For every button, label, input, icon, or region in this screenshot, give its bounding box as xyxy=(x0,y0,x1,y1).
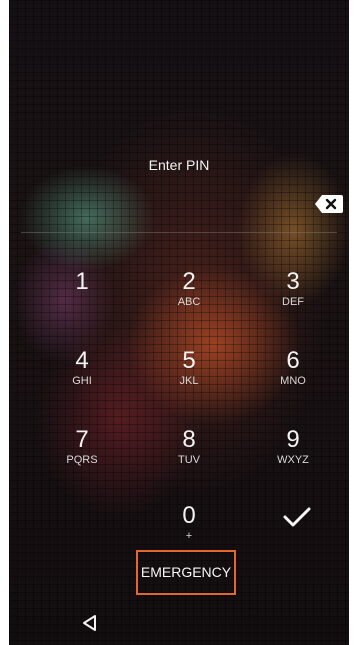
keypad-key-8[interactable]: 8 TUV xyxy=(151,426,227,487)
checkmark-icon[interactable] xyxy=(282,505,312,529)
key-letters: + xyxy=(185,530,193,542)
backspace-icon[interactable] xyxy=(314,194,344,214)
key-digit: 0 xyxy=(182,502,196,529)
key-letters: WXYZ xyxy=(277,454,309,466)
key-digit: 1 xyxy=(75,268,89,295)
key-letters: ABC xyxy=(177,296,201,308)
back-triangle-icon[interactable] xyxy=(81,614,99,632)
key-digit: 5 xyxy=(182,347,196,374)
key-digit: 6 xyxy=(286,347,300,374)
key-letters: TUV xyxy=(178,454,200,466)
keypad-key-4[interactable]: 4 GHI xyxy=(44,347,120,408)
keypad-key-5[interactable]: 5 JKL xyxy=(151,347,227,408)
key-letters: PQRS xyxy=(66,454,98,466)
key-digit: 4 xyxy=(75,347,89,374)
keypad-key-6[interactable]: 6 MNO xyxy=(255,347,331,408)
keypad-key-7[interactable]: 7 PQRS xyxy=(44,426,120,487)
key-letters: GHI xyxy=(72,375,92,387)
key-digit: 7 xyxy=(75,426,89,453)
key-letters: DEF xyxy=(282,296,304,308)
key-letters: MNO xyxy=(280,375,306,387)
key-digit: 8 xyxy=(182,426,196,453)
key-digit: 2 xyxy=(182,268,196,295)
keypad-key-2[interactable]: 2 ABC xyxy=(151,268,227,329)
pin-entry-line xyxy=(21,232,337,233)
key-digit: 3 xyxy=(286,268,300,295)
pin-prompt: Enter PIN xyxy=(148,157,210,173)
lock-screen: Enter PIN 1 2 ABC 3 DEF 4 GHI 5 JKL 6 MN… xyxy=(9,0,349,645)
emergency-button[interactable]: EMERGENCY xyxy=(136,550,236,595)
keypad-key-1[interactable]: 1 xyxy=(44,268,120,329)
keypad-key-3[interactable]: 3 DEF xyxy=(255,268,331,329)
key-letters: JKL xyxy=(179,375,199,387)
keypad-key-9[interactable]: 9 WXYZ xyxy=(255,426,331,487)
key-digit: 9 xyxy=(286,426,300,453)
